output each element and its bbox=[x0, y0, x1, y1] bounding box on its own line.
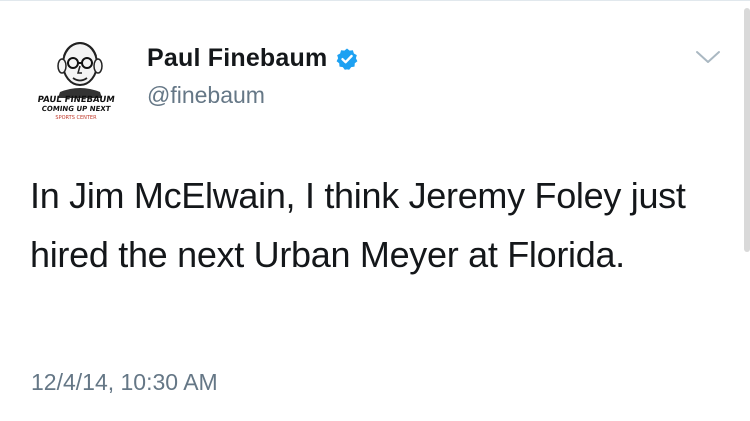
tweet-text: In Jim McElwain, I think Jeremy Foley ju… bbox=[30, 175, 686, 275]
author-name-row[interactable]: Paul Finebaum bbox=[147, 44, 359, 73]
author-display-name[interactable]: Paul Finebaum bbox=[147, 44, 327, 73]
scrollbar[interactable] bbox=[744, 8, 750, 252]
avatar[interactable]: PAUL FINEBAUM COMING UP NEXT SPORTS CENT… bbox=[30, 30, 130, 130]
avatar-caption-line1: PAUL FINEBAUM bbox=[36, 95, 116, 105]
avatar-caption-line3: SPORTS CENTER bbox=[55, 115, 97, 121]
chevron-down-icon[interactable] bbox=[694, 48, 722, 66]
author-handle[interactable]: @finebaum bbox=[147, 82, 265, 109]
top-divider bbox=[0, 0, 750, 1]
tweet-timestamp[interactable]: 12/4/14, 10:30 AM bbox=[31, 369, 218, 396]
verified-badge-icon bbox=[337, 48, 358, 70]
avatar-caption-line2: COMING UP NEXT bbox=[41, 105, 112, 113]
